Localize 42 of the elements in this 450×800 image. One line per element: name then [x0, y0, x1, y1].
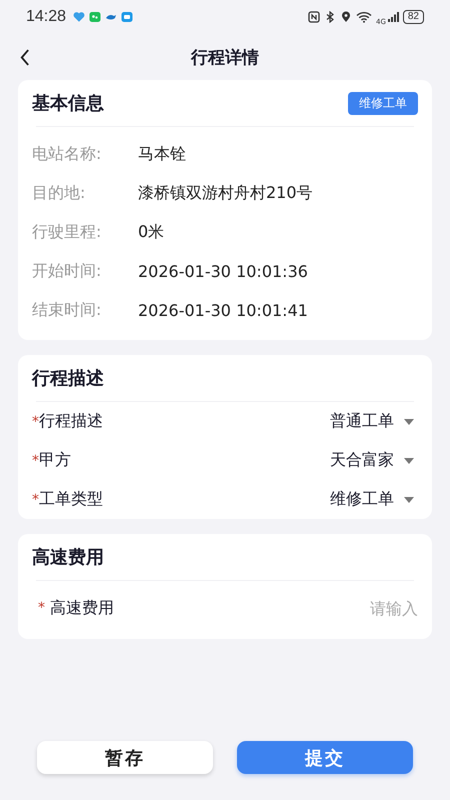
- save-draft-button[interactable]: 暂存: [37, 741, 213, 774]
- dropdown-select[interactable]: 天合富家: [330, 450, 418, 471]
- required-mark: *: [32, 414, 39, 430]
- field-value: 2026-01-30 10:01:41: [138, 301, 308, 320]
- field-value: 0米: [138, 222, 164, 243]
- field-label: 甲方: [39, 450, 71, 471]
- field-label: 行驶里程:: [32, 222, 102, 243]
- dropdown-select[interactable]: 维修工单: [330, 489, 418, 510]
- field-label: 高速费用: [50, 598, 114, 618]
- field-label: 行程描述: [39, 411, 103, 432]
- dropdown-select[interactable]: 普通工单: [330, 411, 418, 432]
- required-mark: *: [38, 600, 45, 616]
- field-label: 目的地:: [32, 183, 86, 204]
- page-title: 行程详情: [191, 46, 259, 68]
- signal-icon: [386, 11, 399, 23]
- order-type-tag: 维修工单: [348, 92, 418, 114]
- nfc-icon: [308, 11, 320, 23]
- location-icon: [340, 11, 352, 23]
- wifi-icon: [356, 11, 372, 23]
- clock-time: 14:28: [26, 8, 66, 26]
- field-value: 漆桥镇双游村舟村210号: [138, 183, 313, 204]
- field-label: 结束时间:: [32, 300, 102, 321]
- required-mark: *: [32, 452, 39, 468]
- fee-input-field[interactable]: 请输入: [298, 598, 418, 618]
- required-mark: *: [32, 492, 39, 508]
- section-title: 行程描述: [32, 367, 104, 390]
- caret-icon: [404, 458, 414, 464]
- section-title: 高速费用: [32, 546, 104, 569]
- field-label: 工单类型: [39, 489, 103, 510]
- message-icon: [121, 11, 134, 23]
- field-value: 2026-01-30 10:01:36: [138, 262, 308, 281]
- field-value: 马本铨: [138, 144, 186, 165]
- caret-icon: [404, 496, 414, 502]
- submit-button[interactable]: 提交: [237, 741, 413, 774]
- field-label: 开始时间:: [32, 261, 102, 282]
- chat-icon: [89, 11, 102, 23]
- battery-indicator: 82: [402, 10, 424, 24]
- heart-icon: [73, 11, 86, 23]
- caret-icon: [404, 418, 414, 424]
- field-label: 电站名称:: [32, 144, 102, 165]
- section-title: 基本信息: [32, 92, 104, 115]
- back-icon[interactable]: [19, 49, 31, 66]
